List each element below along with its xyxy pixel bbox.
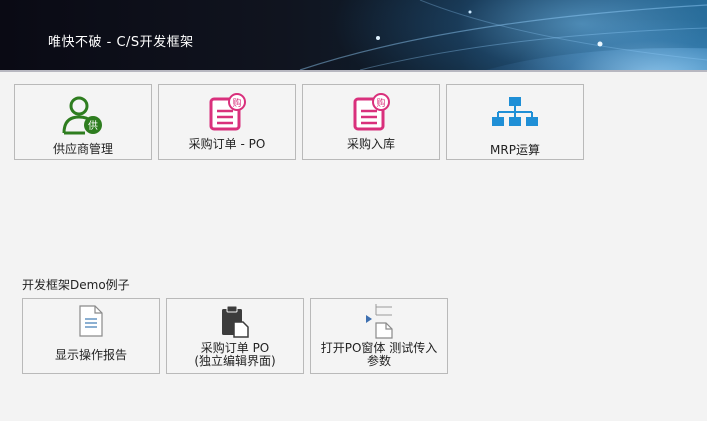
header-banner: 唯快不破 - C/S开发框架 bbox=[0, 0, 707, 72]
tile-purchase-receipt[interactable]: 购 采购入库 bbox=[302, 84, 440, 160]
tile-purchase-order[interactable]: 购 采购订单 - PO bbox=[158, 84, 296, 160]
tile-show-operation-report[interactable]: 显示操作报告 bbox=[22, 298, 160, 374]
purchase-order-icon: 购 bbox=[209, 93, 246, 131]
tile-mrp-calculation[interactable]: MRP运算 bbox=[446, 84, 584, 160]
tile-open-po-with-params[interactable]: 打开PO窗体 测试传入 参数 bbox=[310, 298, 448, 374]
svg-text:供: 供 bbox=[88, 119, 98, 132]
supplier-icon: 供 bbox=[62, 96, 102, 135]
tile-label: 采购入库 bbox=[346, 137, 395, 151]
demo-section-title: 开发框架Demo例子 bbox=[22, 278, 130, 292]
send-document-icon bbox=[366, 304, 393, 339]
tile-purchase-order-standalone[interactable]: 采购订单 PO (独立编辑界面) bbox=[166, 298, 304, 374]
tile-label-line2: 参数 bbox=[366, 354, 391, 368]
tile-label: 供应商管理 bbox=[52, 142, 113, 156]
tile-label-line2: (独立编辑界面) bbox=[194, 354, 276, 368]
svg-text:购: 购 bbox=[232, 97, 241, 109]
tile-label: 显示操作报告 bbox=[54, 348, 127, 362]
tile-label: 采购订单 - PO bbox=[188, 137, 266, 151]
clipboard-icon bbox=[222, 305, 249, 338]
tile-label-line1: 采购订单 PO bbox=[200, 341, 270, 355]
tile-label-line1: 打开PO窗体 测试传入 bbox=[320, 341, 438, 355]
org-chart-icon bbox=[492, 97, 538, 126]
app-title: 唯快不破 - C/S开发框架 bbox=[48, 35, 194, 50]
tile-label: MRP运算 bbox=[490, 143, 540, 157]
svg-text:购: 购 bbox=[376, 97, 385, 109]
document-icon bbox=[79, 305, 103, 337]
purchase-receipt-icon: 购 bbox=[353, 93, 390, 131]
tile-supplier-management[interactable]: 供 供应商管理 bbox=[14, 84, 152, 160]
